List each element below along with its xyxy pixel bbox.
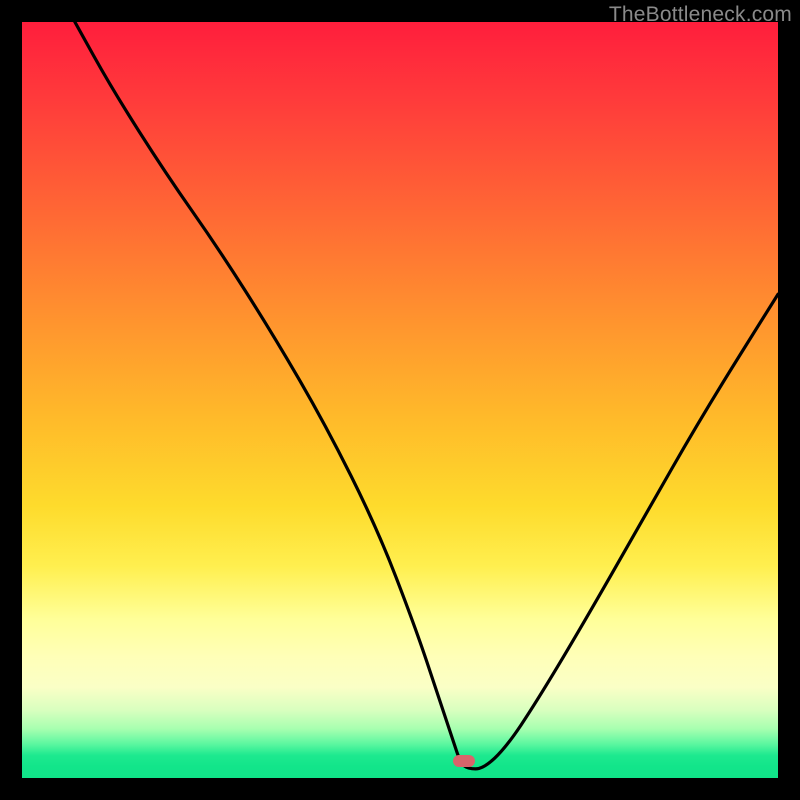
- bottleneck-curve: [22, 22, 778, 778]
- optimal-marker: [453, 755, 475, 767]
- watermark-text: TheBottleneck.com: [609, 3, 792, 27]
- chart-frame: TheBottleneck.com: [0, 0, 800, 800]
- chart-plot-area: [22, 22, 778, 778]
